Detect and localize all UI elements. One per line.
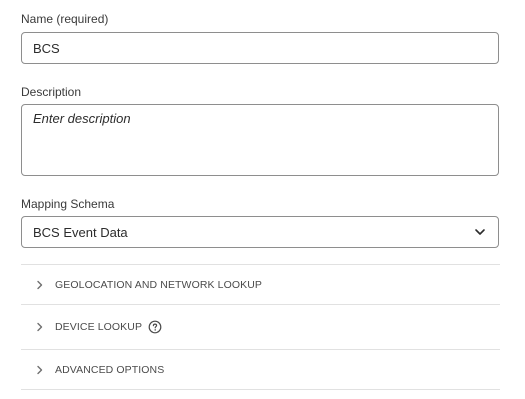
description-textarea[interactable]: [21, 104, 499, 176]
section-label: DEVICE LOOKUP: [55, 321, 143, 333]
chevron-right-icon: [34, 364, 46, 376]
mapping-schema-select[interactable]: BCS Event Data: [21, 216, 499, 248]
help-icon[interactable]: [148, 320, 162, 334]
chevron-right-icon: [34, 279, 46, 291]
chevron-down-icon: [473, 225, 487, 239]
description-label: Description: [21, 85, 82, 99]
section-device-lookup[interactable]: DEVICE LOOKUP: [21, 306, 500, 348]
chevron-right-icon: [34, 321, 46, 333]
name-label: Name (required): [21, 12, 109, 26]
section-label: ADVANCED OPTIONS: [55, 364, 165, 376]
name-input[interactable]: [21, 32, 499, 64]
section-advanced-options[interactable]: ADVANCED OPTIONS: [21, 350, 500, 390]
section-geolocation-network-lookup[interactable]: GEOLOCATION AND NETWORK LOOKUP: [21, 265, 500, 305]
divider: [21, 304, 500, 305]
mapping-schema-value: BCS Event Data: [33, 224, 128, 240]
divider: [21, 389, 500, 390]
mapping-schema-label: Mapping Schema: [21, 197, 115, 211]
section-label: GEOLOCATION AND NETWORK LOOKUP: [55, 279, 263, 291]
